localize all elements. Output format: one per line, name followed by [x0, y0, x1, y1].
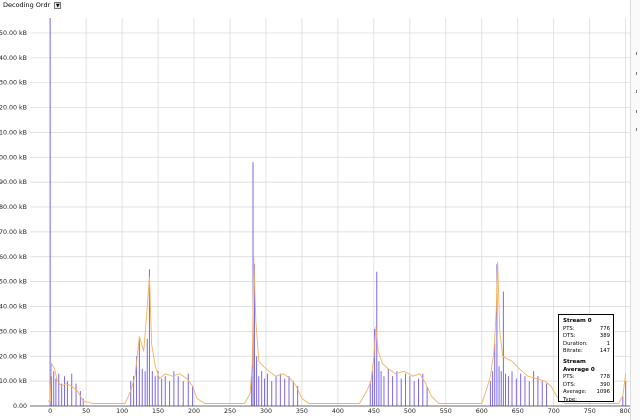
stream-duration-value: 1 — [606, 340, 610, 347]
avg-pts-value: 778 — [599, 374, 610, 381]
y-tick-label: 130.00 kB — [0, 80, 27, 87]
y-tick-label: 110.00 kB — [0, 129, 27, 136]
y-tick-label: 60.00 kB — [0, 254, 27, 261]
avg-dts-label: DTS: — [563, 381, 576, 388]
avg-pts-row: PTS: 778 — [563, 374, 610, 382]
stream-average-title: Stream Average 0 — [563, 358, 595, 373]
avg-dts-value: 390 — [599, 381, 610, 388]
average-line — [48, 256, 627, 404]
stream-dts-row: DTS: 389 — [563, 333, 610, 341]
x-tick-label: 200 — [188, 408, 200, 415]
stream-bitrate-label: Bitrate: — [563, 348, 583, 355]
stream-bitrate-value: 147 — [599, 348, 610, 355]
x-tick-label: 600 — [476, 408, 488, 415]
stream-pts-label: PTS: — [563, 325, 575, 332]
grid-vertical — [49, 18, 627, 406]
x-tick-label: 350 — [296, 408, 308, 415]
x-tick-label: 250 — [224, 408, 236, 415]
grid-horizontal — [30, 32, 630, 407]
x-tick-label: 100 — [116, 408, 128, 415]
y-tick-label: 80.00 kB — [0, 204, 27, 211]
x-tick-label: 400 — [332, 408, 344, 415]
x-tick-label: 700 — [548, 408, 560, 415]
x-tick-label: 300 — [260, 408, 272, 415]
x-tick-label: 800 — [620, 408, 630, 415]
y-tick-label: 10.00 kB — [0, 378, 27, 385]
stream-duration-row: Duration: 1 — [563, 341, 610, 349]
y-tick-label: 50.00 kB — [0, 279, 27, 286]
avg-average-label: Average: — [563, 389, 587, 396]
y-tick-label: 120.00 kB — [0, 105, 27, 112]
avg-average-value: 1096 — [596, 389, 610, 396]
y-tick-label: 40.00 kB — [0, 304, 27, 311]
y-tick-label: 140.00 kB — [0, 55, 27, 62]
stream-pts-value: 776 — [599, 325, 610, 332]
y-tick-label: 70.00 kB — [0, 229, 27, 236]
y-tick-label: 0.00 — [13, 403, 27, 410]
x-tick-label: 550 — [440, 408, 452, 415]
x-tick-label: 450 — [368, 408, 380, 415]
stream-pts-row: PTS: 776 — [563, 326, 610, 334]
x-tick-label: 150 — [152, 408, 164, 415]
stream-title: Stream 0 — [563, 318, 592, 324]
avg-average-row: Average: 1096 — [563, 389, 610, 397]
avg-dts-row: DTS: 390 — [563, 382, 610, 390]
y-axis-labels: 0.00 10.00 kB 20.00 kB 30.00 kB 40.00 kB 50.0… — [0, 30, 27, 410]
stream-bitrate-row: Bitrate: 147 — [563, 348, 610, 356]
stream-dts-value: 389 — [599, 333, 610, 340]
x-tick-label: 0 — [48, 408, 52, 415]
x-axis-labels: 0 50 100 150 200 250 300 350 400 450 500 550 600 650 7… — [48, 408, 630, 415]
stream-dts-label: DTS: — [563, 333, 576, 340]
avg-pts-label: PTS: — [563, 374, 575, 381]
x-tick-label: 50 — [82, 408, 90, 415]
y-tick-label: 20.00 kB — [0, 353, 27, 360]
stream-info-box: Stream 0 PTS: 776 DTS: 389 Duration: 1 Bitr… — [558, 314, 614, 405]
stream-duration-label: Duration: — [563, 340, 588, 347]
avg-type-row: Type: — [563, 397, 610, 405]
x-tick-label: 650 — [512, 408, 524, 415]
bitrate-chart: 0.00 10.00 kB 20.00 kB 30.00 kB 40.00 kB 50.0… — [0, 18, 630, 415]
x-tick-label: 500 — [404, 408, 416, 415]
y-tick-label: 90.00 kB — [0, 179, 27, 186]
avg-type-label: Type: — [563, 396, 577, 403]
y-tick-label: 30.00 kB — [0, 328, 27, 335]
y-tick-label: 150.00 kB — [0, 30, 27, 37]
y-tick-label: 100.00 kB — [0, 154, 27, 161]
right-panel-edge — [630, 0, 640, 420]
x-tick-label: 750 — [584, 408, 596, 415]
